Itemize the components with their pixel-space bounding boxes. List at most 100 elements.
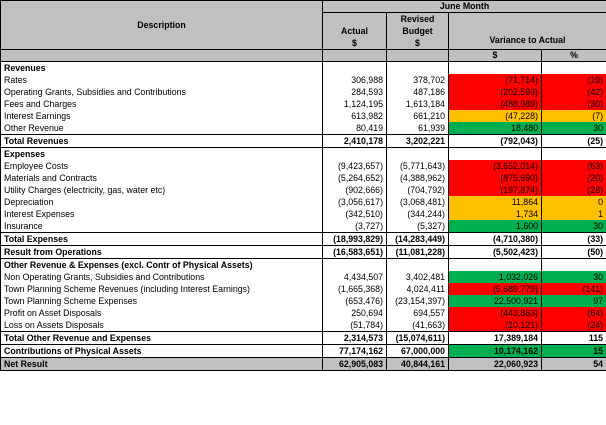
row-variance-pct: (63): [540, 160, 606, 172]
row-actual: (342,510): [322, 208, 387, 220]
table-row: Other Revenue 80,419 61,939 18,480 30: [0, 122, 606, 135]
row-variance-dollar: (202,593): [448, 86, 542, 98]
row-description: Fees and Charges: [0, 98, 323, 110]
row-variance-dollar: 1,734: [448, 208, 542, 220]
row-variance-dollar: 17,389,184: [448, 331, 542, 345]
row-budget: 4,024,411: [386, 283, 449, 295]
row-variance-dollar: (5,502,423): [448, 245, 542, 259]
row-variance-pct: 30: [540, 220, 606, 233]
row-variance-dollar: (10,121): [448, 319, 542, 332]
row-variance-pct: 1: [540, 208, 606, 220]
row-variance-dollar: [448, 61, 542, 74]
row-actual: 4,434,507: [322, 271, 387, 283]
row-description: Interest Expenses: [0, 208, 323, 220]
row-variance-dollar: (47,228): [448, 110, 542, 122]
row-actual: 306,988: [322, 74, 387, 86]
row-actual: 2,410,178: [322, 134, 387, 148]
row-variance-dollar: (5,689,779): [448, 283, 542, 295]
row-variance-pct: (19): [540, 74, 606, 86]
row-variance-pct: (28): [540, 184, 606, 196]
actual-header-label: Actual: [341, 26, 368, 36]
row-description: Loss on Assets Disposals: [0, 319, 323, 332]
section-row: Revenues: [0, 61, 606, 74]
row-budget: (4,388,962): [386, 172, 449, 184]
row-variance-pct: (33): [540, 232, 606, 246]
row-budget: 1,613,184: [386, 98, 449, 110]
row-budget: 40,844,161: [386, 357, 449, 371]
table-body: Revenues Rates 306,988 378,702 (71,714) (19) O…: [0, 61, 606, 371]
row-budget: (14,283,449): [386, 232, 449, 246]
row-budget: (11,081,228): [386, 245, 449, 259]
table-row: Interest Expenses (342,510) (344,244) 1,734…: [0, 208, 606, 220]
row-actual: [322, 147, 387, 160]
row-description: Interest Earnings: [0, 110, 323, 122]
row-actual: (653,476): [322, 295, 387, 307]
row-variance-pct: (25): [540, 134, 606, 148]
table-row: Non Operating Grants, Subsidies and Cont…: [0, 271, 606, 283]
row-variance-pct: (50): [540, 245, 606, 259]
row-variance-pct: 30: [540, 271, 606, 283]
variance-dollar-header: $: [448, 49, 542, 62]
row-description: Town Planning Scheme Revenues (including…: [0, 283, 323, 295]
row-description: Profit on Asset Disposals: [0, 307, 323, 319]
row-description: Contributions of Physical Assets: [0, 344, 323, 358]
row-variance-dollar: 22,060,923: [448, 357, 542, 371]
table-row: Fees and Charges 1,124,195 1,613,184 (488,9…: [0, 98, 606, 110]
budget-header-revised: Revised: [400, 14, 435, 24]
row-variance-pct: (7): [540, 110, 606, 122]
row-budget: (41,663): [386, 319, 449, 332]
unit-subheader-row: $ %: [0, 49, 606, 62]
period-header-row: Description June Month: [0, 0, 606, 50]
row-variance-pct: (141): [540, 283, 606, 295]
budget-header: Revised Budget $: [386, 12, 449, 50]
row-budget: 487,186: [386, 86, 449, 98]
row-variance-dollar: (71,714): [448, 74, 542, 86]
actual-header-unit: $: [352, 38, 357, 48]
row-variance-dollar: (4,710,380): [448, 232, 542, 246]
table-row: Utility Charges (electricity, gas, water…: [0, 184, 606, 196]
row-actual: 80,419: [322, 122, 387, 135]
row-budget: 378,702: [386, 74, 449, 86]
row-actual: (16,583,651): [322, 245, 387, 259]
row-variance-dollar: (792,043): [448, 134, 542, 148]
row-variance-dollar: 1,600: [448, 220, 542, 233]
description-header: Description: [0, 0, 323, 50]
row-variance-dollar: (197,874): [448, 184, 542, 196]
row-budget: 67,000,000: [386, 344, 449, 358]
financial-summary-table: Description June Month Actual $ Revised …: [0, 0, 606, 371]
actual-header: Actual $: [322, 12, 387, 50]
row-variance-dollar: 1,032,026: [448, 271, 542, 283]
budget-header-label: Budget: [402, 26, 433, 36]
row-variance-pct: 115: [540, 331, 606, 345]
row-description: Rates: [0, 74, 323, 86]
row-description: Other Revenue & Expenses (excl. Contr of…: [0, 258, 323, 271]
row-variance-dollar: 10,174,162: [448, 344, 542, 358]
row-actual: (1,665,368): [322, 283, 387, 295]
row-actual: 77,174,162: [322, 344, 387, 358]
row-budget: (23,154,397): [386, 295, 449, 307]
table-row: Interest Earnings 613,982 661,210 (47,228)(…: [0, 110, 606, 122]
row-budget: 694,557: [386, 307, 449, 319]
section-row: Expenses: [0, 147, 606, 160]
row-variance-pct: (42): [540, 86, 606, 98]
row-actual: (3,056,617): [322, 196, 387, 208]
row-actual: 284,593: [322, 86, 387, 98]
table-row: Insurance (3,727) (5,327) 1,600 30: [0, 220, 606, 233]
row-actual: (902,666): [322, 184, 387, 196]
row-description: Town Planning Scheme Expenses: [0, 295, 323, 307]
row-description: Total Expenses: [0, 232, 323, 246]
row-actual: 613,982: [322, 110, 387, 122]
row-actual: [322, 258, 387, 271]
budget-header-unit: $: [415, 38, 420, 48]
table-row: Operating Grants, Subsidies and Contribu…: [0, 86, 606, 98]
total-row: Total Expenses (18,993,829) (14,283,449) (4…: [0, 232, 606, 246]
row-actual: [322, 61, 387, 74]
period-header: June Month: [321, 0, 606, 13]
row-variance-pct: 15: [540, 344, 606, 358]
row-actual: (5,264,652): [322, 172, 387, 184]
row-description: Utility Charges (electricity, gas, water…: [0, 184, 323, 196]
total-row: Total Other Revenue and Expenses 2,314,57…: [0, 331, 606, 345]
row-variance-pct: 30: [540, 122, 606, 135]
row-variance-pct: 97: [540, 295, 606, 307]
row-variance-pct: [540, 61, 606, 74]
